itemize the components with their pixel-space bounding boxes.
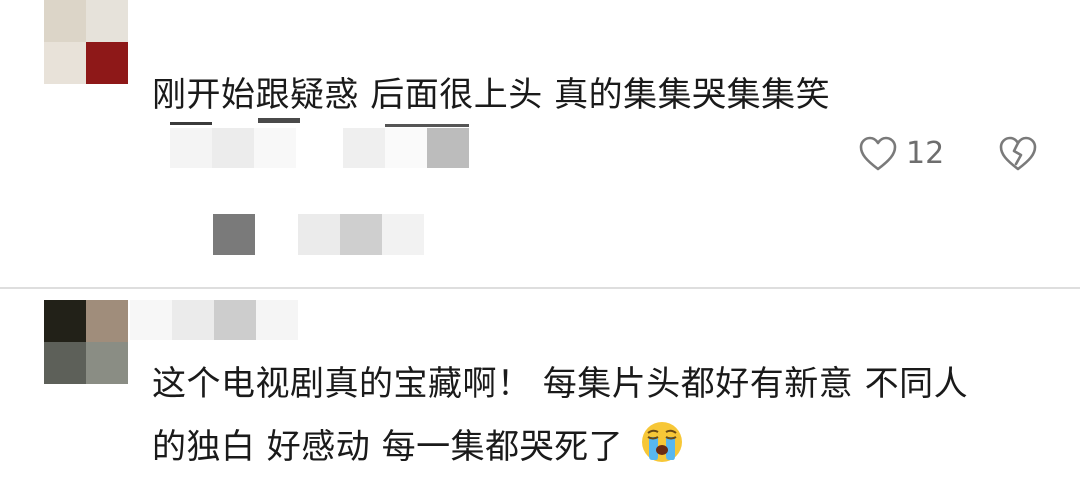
dislike-button[interactable]	[998, 134, 1038, 174]
heart-outline-icon	[859, 136, 897, 171]
comment-text: 刚开始跟疑惑 后面很上头 真的集集哭集集笑	[152, 75, 831, 115]
avatar[interactable]	[44, 0, 128, 84]
like-button[interactable]: 12	[858, 134, 948, 174]
avatar[interactable]	[44, 300, 128, 384]
comment-text-line-2-text: 的独白 好感动 每一集都哭死了	[152, 427, 624, 467]
broken-heart-icon	[999, 136, 1037, 171]
crying-face-emoji	[640, 420, 684, 477]
comment-text-line-1: 这个电视剧真的宝藏啊！ 每集片头都好有新意 不同人	[152, 364, 969, 404]
divider	[0, 287, 1080, 289]
like-count: 12	[906, 136, 945, 171]
comment-text-line-2: 的独白 好感动 每一集都哭死了	[152, 420, 684, 477]
